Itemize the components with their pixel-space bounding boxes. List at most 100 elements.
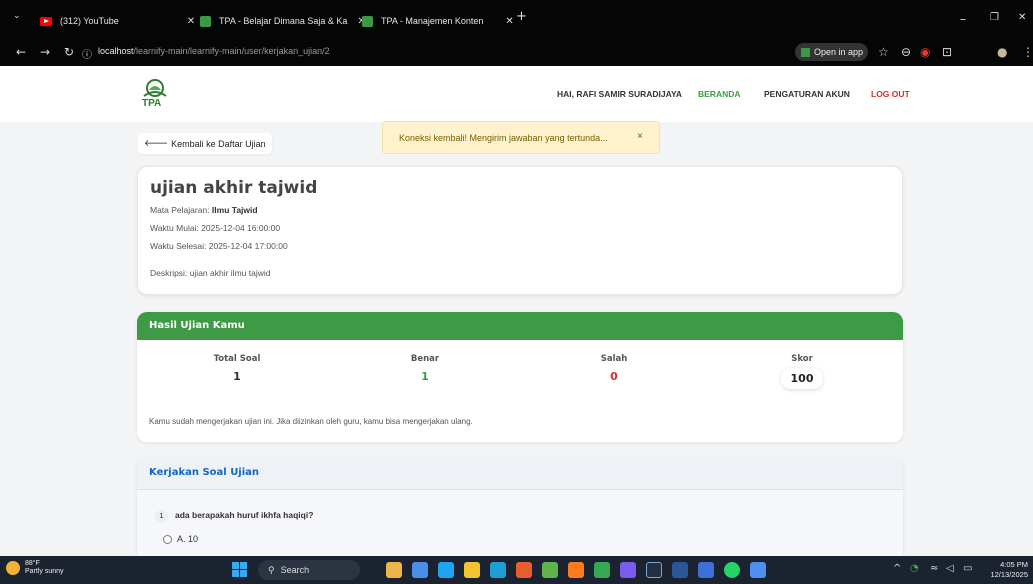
url-field[interactable]: localhost/learnify-main/learnify-main/us… — [98, 46, 330, 56]
stat-salah: Salah 0 — [554, 354, 674, 383]
brave-browser-icon[interactable] — [516, 562, 532, 578]
exam-questions-card: Kerjakan Soal Ujian 1 ada berapakah huru… — [137, 458, 903, 556]
xampp-icon[interactable] — [542, 562, 558, 578]
toast-message: Koneksi kembali! Mengirim jawaban yang t… — [399, 132, 608, 143]
extension-icon[interactable]: ⊖ — [901, 45, 911, 59]
exam-subject: Mata Pelajaran: Ilmu Tajwid — [150, 205, 258, 215]
weather-temp: 88°F — [25, 560, 40, 567]
stat-value: 0 — [610, 370, 618, 383]
stat-label: Benar — [410, 354, 440, 364]
nav-link-log-out[interactable]: LOG OUT — [871, 89, 910, 99]
toast-close-icon[interactable]: × — [637, 131, 643, 142]
start-value: 2025-12-04 16:00:00 — [201, 223, 281, 233]
taskbar-clock[interactable]: 4:05 PM 12/13/2025 — [982, 560, 1028, 580]
url-path: /learnify-main/learnify-main/user/kerjak… — [133, 46, 330, 56]
end-label: Waktu Selesai: — [150, 241, 207, 251]
edge-browser-icon[interactable] — [490, 562, 506, 578]
windows-taskbar: 88°F Partly sunny ⚲ Search ^ ◔ ≈ ◁ ▭ 4:05 … — [0, 556, 1033, 584]
terminal-icon[interactable] — [646, 562, 662, 578]
site-info-icon[interactable]: ⓘ — [82, 46, 92, 61]
nav-link-beranda[interactable]: BERANDA — [698, 89, 741, 99]
word-icon[interactable] — [672, 562, 688, 578]
url-host: localhost — [98, 46, 134, 56]
exam-start-time: Waktu Mulai: 2025-12-04 16:00:00 — [150, 223, 280, 233]
stat-skor: Skor 100 — [742, 354, 862, 389]
minimize-icon[interactable]: – — [960, 12, 966, 26]
profile-avatar-icon[interactable]: ● — [997, 45, 1007, 59]
site-navbar: TPA HAI, RAFI SAMIR SURADIJAYA BERANDA P… — [0, 66, 1033, 122]
result-header: Hasil Ujian Kamu — [137, 312, 903, 340]
stat-label: Skor — [791, 354, 813, 364]
tpa-icon — [801, 47, 810, 57]
nav-link-pengaturan-akun[interactable]: PENGATURAN AKUN — [764, 89, 850, 99]
radio-button[interactable] — [163, 534, 172, 544]
back-arrow-icon[interactable]: ← — [16, 45, 26, 59]
exam-title: ujian akhir tajwid — [150, 178, 318, 198]
reload-icon[interactable]: ↻ — [64, 45, 74, 59]
back-to-exam-list-button[interactable]: 🡐 Kembali ke Daftar Ujian — [138, 133, 272, 154]
stat-value: 1 — [421, 370, 429, 383]
battery-icon[interactable]: ▭ — [963, 563, 972, 574]
youtube-icon — [40, 16, 52, 26]
answer-option[interactable]: A. 10 — [163, 534, 198, 544]
tab-youtube[interactable]: (312) YouTube ✕ — [40, 10, 195, 32]
clock-date: 12/13/2025 — [990, 570, 1028, 579]
question-number: 1 — [155, 510, 168, 523]
shield-extension-icon[interactable]: ◉ — [920, 45, 930, 59]
store-icon[interactable] — [750, 562, 766, 578]
restore-icon[interactable]: ❐ — [990, 12, 999, 23]
edge-app-icon[interactable] — [438, 562, 454, 578]
whatsapp-icon[interactable] — [724, 562, 740, 578]
tab-tpa-belajar[interactable]: TPA - Belajar Dimana Saja & Ka ✕ — [200, 10, 366, 32]
result-note: Kamu sudah mengerjakan ujian ini. Jika d… — [149, 417, 473, 426]
stat-label: Total Soal — [213, 354, 261, 364]
question-text: ada berapakah huruf ikhfa haqiqi? — [175, 510, 314, 520]
connection-toast: Koneksi kembali! Mengirim jawaban yang t… — [382, 121, 660, 154]
task-view-icon[interactable] — [412, 562, 428, 578]
taskbar-search[interactable]: ⚲ Search — [258, 560, 360, 580]
desc-label: Deskripsi: — [150, 268, 188, 278]
volume-icon[interactable]: ◁ — [946, 563, 954, 574]
bookmark-star-icon[interactable]: ☆ — [878, 45, 889, 59]
tray-chevron-icon[interactable]: ^ — [893, 563, 901, 574]
stat-benar: Benar 1 — [365, 354, 485, 383]
logo-text: TPA — [142, 98, 162, 109]
tpa-icon — [200, 15, 211, 27]
weather-desc: Partly sunny — [25, 568, 64, 575]
back-button-label: Kembali ke Daftar Ujian — [171, 138, 266, 149]
window-close-icon[interactable]: ✕ — [1018, 12, 1026, 23]
new-tab-button[interactable]: + — [516, 9, 527, 24]
open-in-app-button[interactable]: Open in app — [795, 43, 868, 61]
exam-end-time: Waktu Selesai: 2025-12-04 17:00:00 — [150, 241, 288, 251]
exam-info-card: ujian akhir tajwid Mata Pelajaran: Ilmu … — [137, 166, 903, 295]
tab-list-chevron-icon[interactable]: ⌄ — [13, 11, 21, 21]
forward-arrow-icon[interactable]: → — [40, 45, 50, 59]
browser-tab-bar: ⌄ (312) YouTube ✕ TPA - Belajar Dimana S… — [0, 0, 1033, 40]
firefox-icon[interactable] — [568, 562, 584, 578]
option-label: A. 10 — [177, 534, 199, 544]
notes-icon[interactable] — [698, 562, 714, 578]
discord-icon[interactable] — [620, 562, 636, 578]
open-in-app-label: Open in app — [814, 47, 864, 57]
address-bar: ← → ↻ ⓘ localhost/learnify-main/learnify… — [0, 40, 1033, 66]
tab-close-icon[interactable]: ✕ — [505, 16, 513, 27]
score-badge: 100 — [780, 368, 824, 389]
browser-menu-icon[interactable]: ⋮ — [1022, 45, 1033, 59]
partly-sunny-icon — [6, 561, 20, 575]
tab-title: TPA - Belajar Dimana Saja & Ka — [219, 16, 348, 26]
chrome-icon[interactable] — [594, 562, 610, 578]
exam-description: Deskripsi: ujian akhir ilmu tajwid — [150, 268, 270, 278]
start-label: Waktu Mulai: — [150, 223, 199, 233]
tray-app-icon[interactable]: ◔ — [910, 563, 919, 574]
windows-start-icon[interactable] — [232, 562, 247, 577]
tab-tpa-manajemen[interactable]: TPA - Manajemen Konten ✕ — [362, 10, 514, 32]
tab-close-icon[interactable]: ✕ — [187, 16, 195, 27]
file-explorer-icon[interactable] — [464, 562, 480, 578]
weather-widget[interactable]: 88°F Partly sunny — [6, 560, 64, 576]
web-page: TPA HAI, RAFI SAMIR SURADIJAYA BERANDA P… — [0, 66, 1033, 556]
extensions-puzzle-icon[interactable]: ⊡ — [942, 45, 952, 59]
site-logo[interactable]: TPA — [138, 78, 172, 112]
exam-result-card: Hasil Ujian Kamu Total Soal 1 Benar 1 Sa… — [137, 312, 903, 442]
wifi-icon[interactable]: ≈ — [930, 563, 938, 574]
copilot-app-icon[interactable] — [386, 562, 402, 578]
